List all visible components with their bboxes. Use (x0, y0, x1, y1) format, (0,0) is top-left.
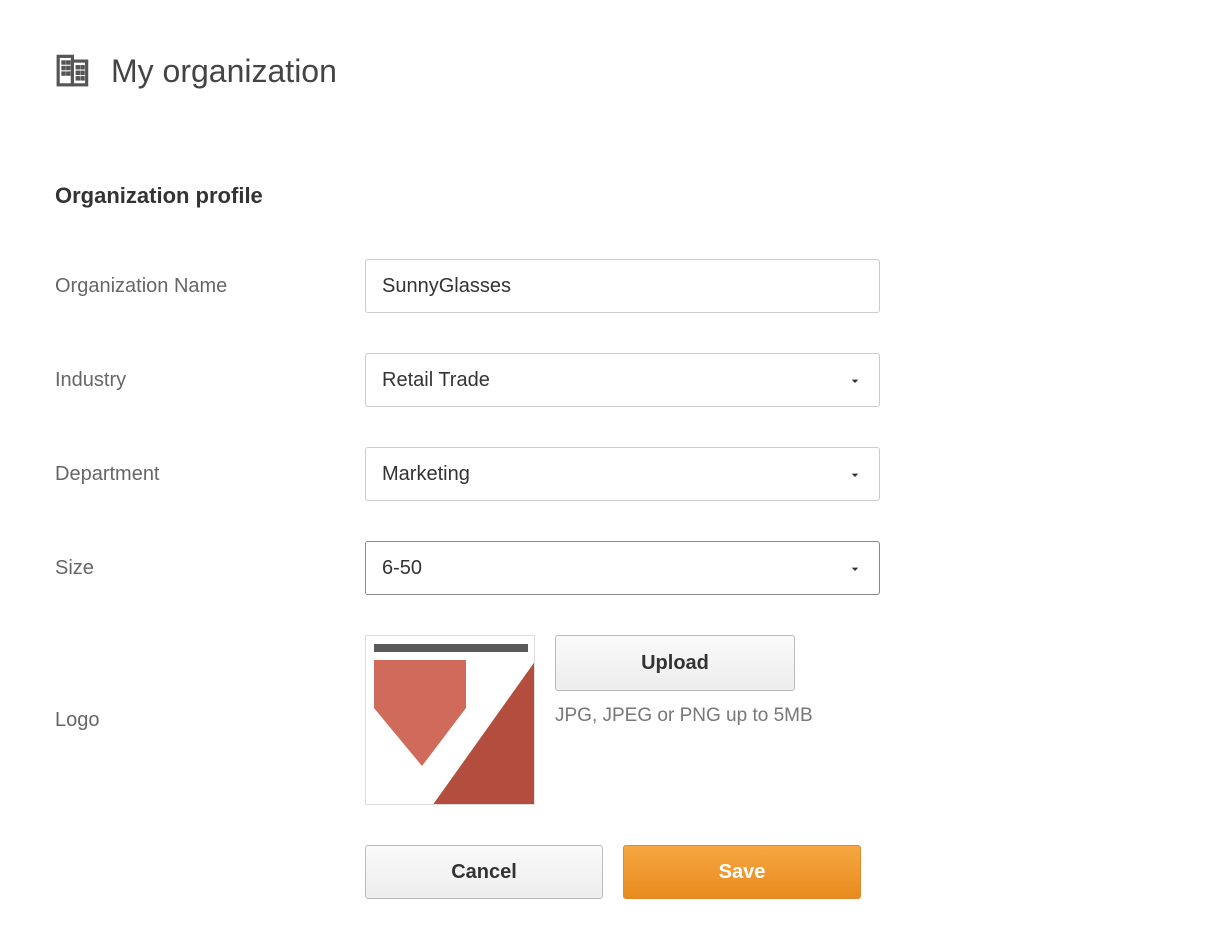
size-value: 6-50 (382, 557, 422, 580)
cancel-button[interactable]: Cancel (365, 845, 603, 899)
form-row-industry: Industry Retail Trade (55, 353, 1172, 407)
org-name-label: Organization Name (55, 275, 365, 298)
logo-preview (365, 635, 535, 805)
form-row-size: Size 6-50 (55, 541, 1172, 595)
industry-value: Retail Trade (382, 369, 490, 392)
button-row: Cancel Save (365, 845, 1172, 899)
upload-hint: JPG, JPEG or PNG up to 5MB (555, 705, 813, 727)
logo-label: Logo (55, 709, 365, 732)
building-icon (55, 50, 93, 93)
form-row-department: Department Marketing (55, 447, 1172, 501)
industry-label: Industry (55, 369, 365, 392)
department-value: Marketing (382, 463, 470, 486)
chevron-down-icon (847, 466, 863, 482)
page-header: My organization (55, 50, 1172, 93)
size-select[interactable]: 6-50 (365, 541, 880, 595)
org-name-input[interactable] (365, 259, 880, 313)
save-button[interactable]: Save (623, 845, 861, 899)
chevron-down-icon (847, 372, 863, 388)
form-row-org-name: Organization Name (55, 259, 1172, 313)
form-row-logo: Logo Upload JPG, JPEG or PNG up to 5MB (55, 635, 1172, 805)
industry-select[interactable]: Retail Trade (365, 353, 880, 407)
section-title: Organization profile (55, 183, 1172, 209)
department-label: Department (55, 463, 365, 486)
chevron-down-icon (847, 560, 863, 576)
department-select[interactable]: Marketing (365, 447, 880, 501)
upload-button[interactable]: Upload (555, 635, 795, 691)
size-label: Size (55, 557, 365, 580)
page-title: My organization (111, 53, 337, 90)
